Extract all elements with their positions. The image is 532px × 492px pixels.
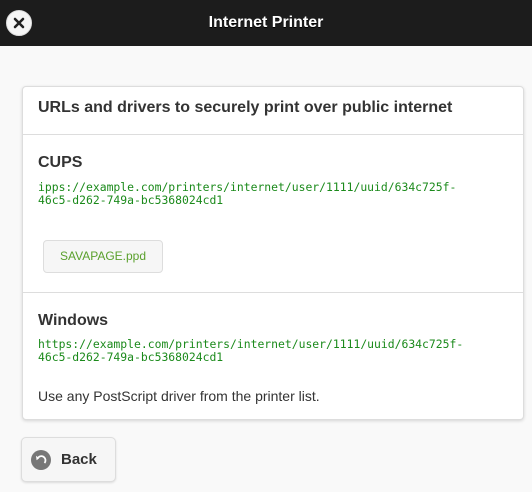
divider <box>23 134 523 135</box>
back-arrow-icon <box>31 450 51 470</box>
card-title: URLs and drivers to securely print over … <box>38 99 453 116</box>
printer-info-card: URLs and drivers to securely print over … <box>22 86 524 420</box>
download-ppd-button[interactable]: SAVAPAGE.ppd <box>43 240 163 273</box>
back-label: Back <box>61 451 97 468</box>
windows-heading: Windows <box>38 312 109 329</box>
back-button[interactable]: Back <box>21 437 116 482</box>
windows-url-line2[interactable]: 46c5-d262-749a-bc5368024cd1 <box>38 351 518 364</box>
header-bar: Internet Printer <box>0 0 532 46</box>
cups-url-line2[interactable]: 46c5-d262-749a-bc5368024cd1 <box>38 194 518 207</box>
cups-heading: CUPS <box>38 154 83 171</box>
page-title: Internet Printer <box>208 14 324 31</box>
driver-note: Use any PostScript driver from the print… <box>38 388 320 404</box>
divider <box>23 292 523 293</box>
